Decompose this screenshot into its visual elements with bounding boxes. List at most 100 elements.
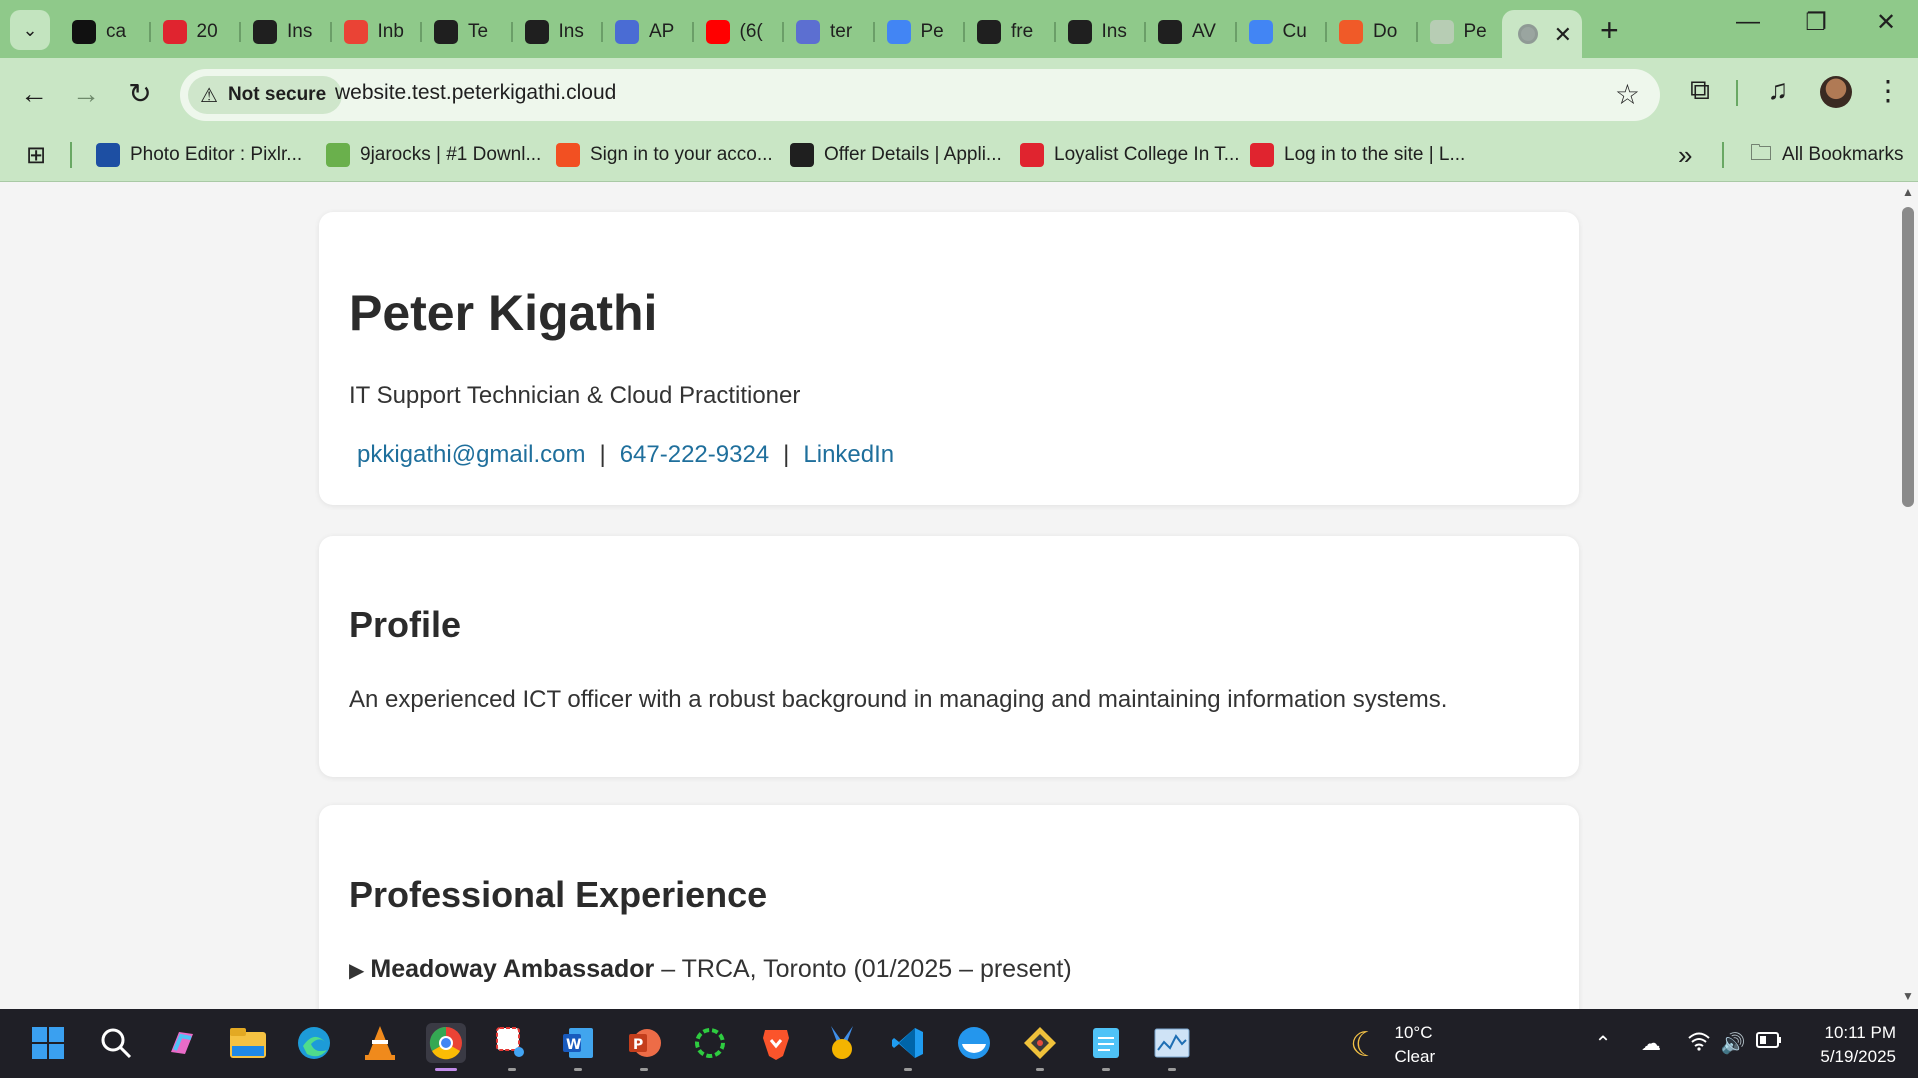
- tab-3[interactable]: Inb: [332, 10, 423, 54]
- api-icon: [615, 20, 639, 44]
- clock-date: 5/19/2025: [1820, 1047, 1896, 1066]
- close-window-button[interactable]: ✕: [1866, 8, 1906, 37]
- copilot-icon[interactable]: [162, 1023, 202, 1063]
- email-link[interactable]: pkkigathi@gmail.com: [357, 441, 585, 468]
- all-bookmarks-label: All Bookmarks: [1782, 144, 1904, 165]
- gcloud-icon: [1248, 20, 1273, 44]
- warning-icon: ⚠: [200, 84, 218, 107]
- brave-icon[interactable]: [756, 1023, 796, 1063]
- tab-0[interactable]: ca: [60, 10, 151, 54]
- wifi-icon[interactable]: [1684, 1031, 1714, 1057]
- url-text[interactable]: website.test.peterkigathi.cloud: [335, 81, 616, 105]
- edge-icon[interactable]: [294, 1023, 334, 1063]
- chrome-icon[interactable]: [426, 1023, 466, 1071]
- powerpoint-icon[interactable]: P: [624, 1023, 664, 1071]
- tab-6[interactable]: AP: [603, 10, 694, 54]
- file-explorer-icon[interactable]: [228, 1023, 268, 1063]
- tab-2[interactable]: Ins: [241, 10, 332, 54]
- bookmark-star-icon[interactable]: ☆: [1615, 78, 1640, 111]
- tab-active[interactable]: ✕: [1502, 10, 1582, 58]
- minimize-button[interactable]: —: [1728, 8, 1768, 36]
- back-button[interactable]: ←: [14, 76, 54, 112]
- search-icon[interactable]: [96, 1023, 136, 1063]
- tab-8[interactable]: ter: [784, 10, 875, 54]
- disclosure-triangle-icon[interactable]: ▶: [349, 960, 364, 982]
- volume-icon[interactable]: 🔊: [1718, 1031, 1748, 1056]
- job-subtitle: IT Support Technician & Cloud Practition…: [349, 382, 801, 409]
- tab-12[interactable]: AV: [1146, 10, 1237, 54]
- tab-1[interactable]: 20: [151, 10, 242, 54]
- chevron-up-icon[interactable]: ⌃: [1588, 1031, 1618, 1056]
- bookmark-item[interactable]: 9jarocks | #1 Downl...: [326, 140, 541, 170]
- loyalist-icon: [1250, 143, 1274, 167]
- restore-button[interactable]: ❐: [1796, 8, 1836, 37]
- weather-condition: Clear: [1394, 1047, 1436, 1066]
- snipping-tool-icon[interactable]: [492, 1023, 532, 1071]
- bookmark-divider: [1722, 142, 1724, 168]
- extensions-icon[interactable]: ⧉: [1680, 74, 1720, 107]
- microsoft-icon: [556, 143, 580, 167]
- bookmarks-overflow-button[interactable]: »: [1678, 140, 1692, 170]
- address-bar[interactable]: ⚠ Not secure website.test.peterkigathi.c…: [180, 69, 1660, 121]
- vscode-icon[interactable]: [888, 1023, 928, 1071]
- tab-9[interactable]: Pe: [875, 10, 966, 54]
- bookmark-item[interactable]: Offer Details | Appli...: [790, 140, 1002, 170]
- openai-icon: [524, 20, 549, 44]
- menu-kebab-icon[interactable]: ⋮: [1868, 74, 1908, 107]
- scroll-up-icon[interactable]: ▲: [1902, 185, 1914, 199]
- tab-13[interactable]: Cu: [1237, 10, 1328, 54]
- bookmark-item[interactable]: Photo Editor : Pixlr...: [96, 140, 302, 170]
- git-tool-icon[interactable]: [1020, 1023, 1060, 1071]
- globe-faint-icon: [1429, 20, 1454, 44]
- clock-time: 10:11 PM: [1824, 1023, 1896, 1042]
- tab-14[interactable]: Do: [1327, 10, 1418, 54]
- medal-icon[interactable]: [822, 1023, 862, 1063]
- bookmark-item[interactable]: Loyalist College In T...: [1020, 140, 1240, 170]
- new-tab-button[interactable]: +: [1600, 12, 1619, 48]
- media-control-icon[interactable]: ♫: [1758, 74, 1798, 106]
- weather-temp: 10°C: [1394, 1023, 1433, 1042]
- scrollbar-thumb[interactable]: [1902, 207, 1914, 507]
- scroll-down-icon[interactable]: ▼: [1902, 989, 1914, 1003]
- page-scrollbar[interactable]: ▲ ▼: [1898, 183, 1918, 1009]
- loyalist-icon: [1020, 143, 1044, 167]
- profile-avatar[interactable]: [1820, 76, 1852, 108]
- close-tab-icon[interactable]: ✕: [1554, 22, 1572, 48]
- apps-grid-icon[interactable]: ⊞: [26, 140, 46, 170]
- arrow-left-icon: ←: [20, 78, 48, 109]
- docker-icon[interactable]: [954, 1023, 994, 1063]
- tab-15[interactable]: Pe: [1418, 10, 1509, 54]
- battery-icon[interactable]: [1754, 1031, 1784, 1054]
- vlc-icon[interactable]: [360, 1023, 400, 1063]
- tab-title: Ins: [287, 21, 313, 42]
- tab-10[interactable]: fre: [965, 10, 1056, 54]
- svg-text:W: W: [566, 1037, 581, 1053]
- bookmark-label: 9jarocks | #1 Downl...: [360, 144, 542, 165]
- job-title: Meadoway Ambassador: [370, 955, 655, 983]
- system-clock[interactable]: 10:11 PM 5/19/2025: [1806, 1021, 1896, 1069]
- tab-search-button[interactable]: ⌄: [10, 10, 50, 50]
- security-chip[interactable]: ⚠ Not secure: [188, 76, 343, 114]
- windows-start-icon[interactable]: [28, 1023, 68, 1063]
- job-entry[interactable]: ▶ Meadoway Ambassador – TRCA, Toronto (01…: [349, 955, 1072, 984]
- phone-link[interactable]: 647-222-9324: [620, 441, 769, 468]
- tab-4[interactable]: Te: [422, 10, 513, 54]
- bookmark-item[interactable]: Sign in to your acco...: [556, 140, 773, 170]
- onedrive-icon[interactable]: ☁: [1636, 1031, 1666, 1056]
- weather-widget[interactable]: ☾ 10°C Clear: [1350, 1021, 1435, 1069]
- tab-7[interactable]: (6(: [694, 10, 785, 54]
- folder-icon: 🗀: [1750, 140, 1773, 165]
- loading-app-icon[interactable]: [690, 1023, 730, 1063]
- tab-5[interactable]: Ins: [513, 10, 604, 54]
- gmail-icon: [343, 20, 368, 44]
- bookmark-item[interactable]: Log in to the site | L...: [1250, 140, 1465, 170]
- word-icon[interactable]: W: [558, 1023, 598, 1071]
- linkedin-link[interactable]: LinkedIn: [803, 441, 894, 468]
- forward-button[interactable]: →: [66, 76, 106, 112]
- reload-button[interactable]: ↻: [120, 76, 160, 112]
- resource-monitor-icon[interactable]: [1152, 1023, 1192, 1071]
- tab-11[interactable]: Ins: [1056, 10, 1147, 54]
- all-bookmarks-button[interactable]: 🗀 All Bookmarks: [1750, 140, 1903, 170]
- n-icon: [1339, 20, 1363, 44]
- notepad-icon[interactable]: [1086, 1023, 1126, 1071]
